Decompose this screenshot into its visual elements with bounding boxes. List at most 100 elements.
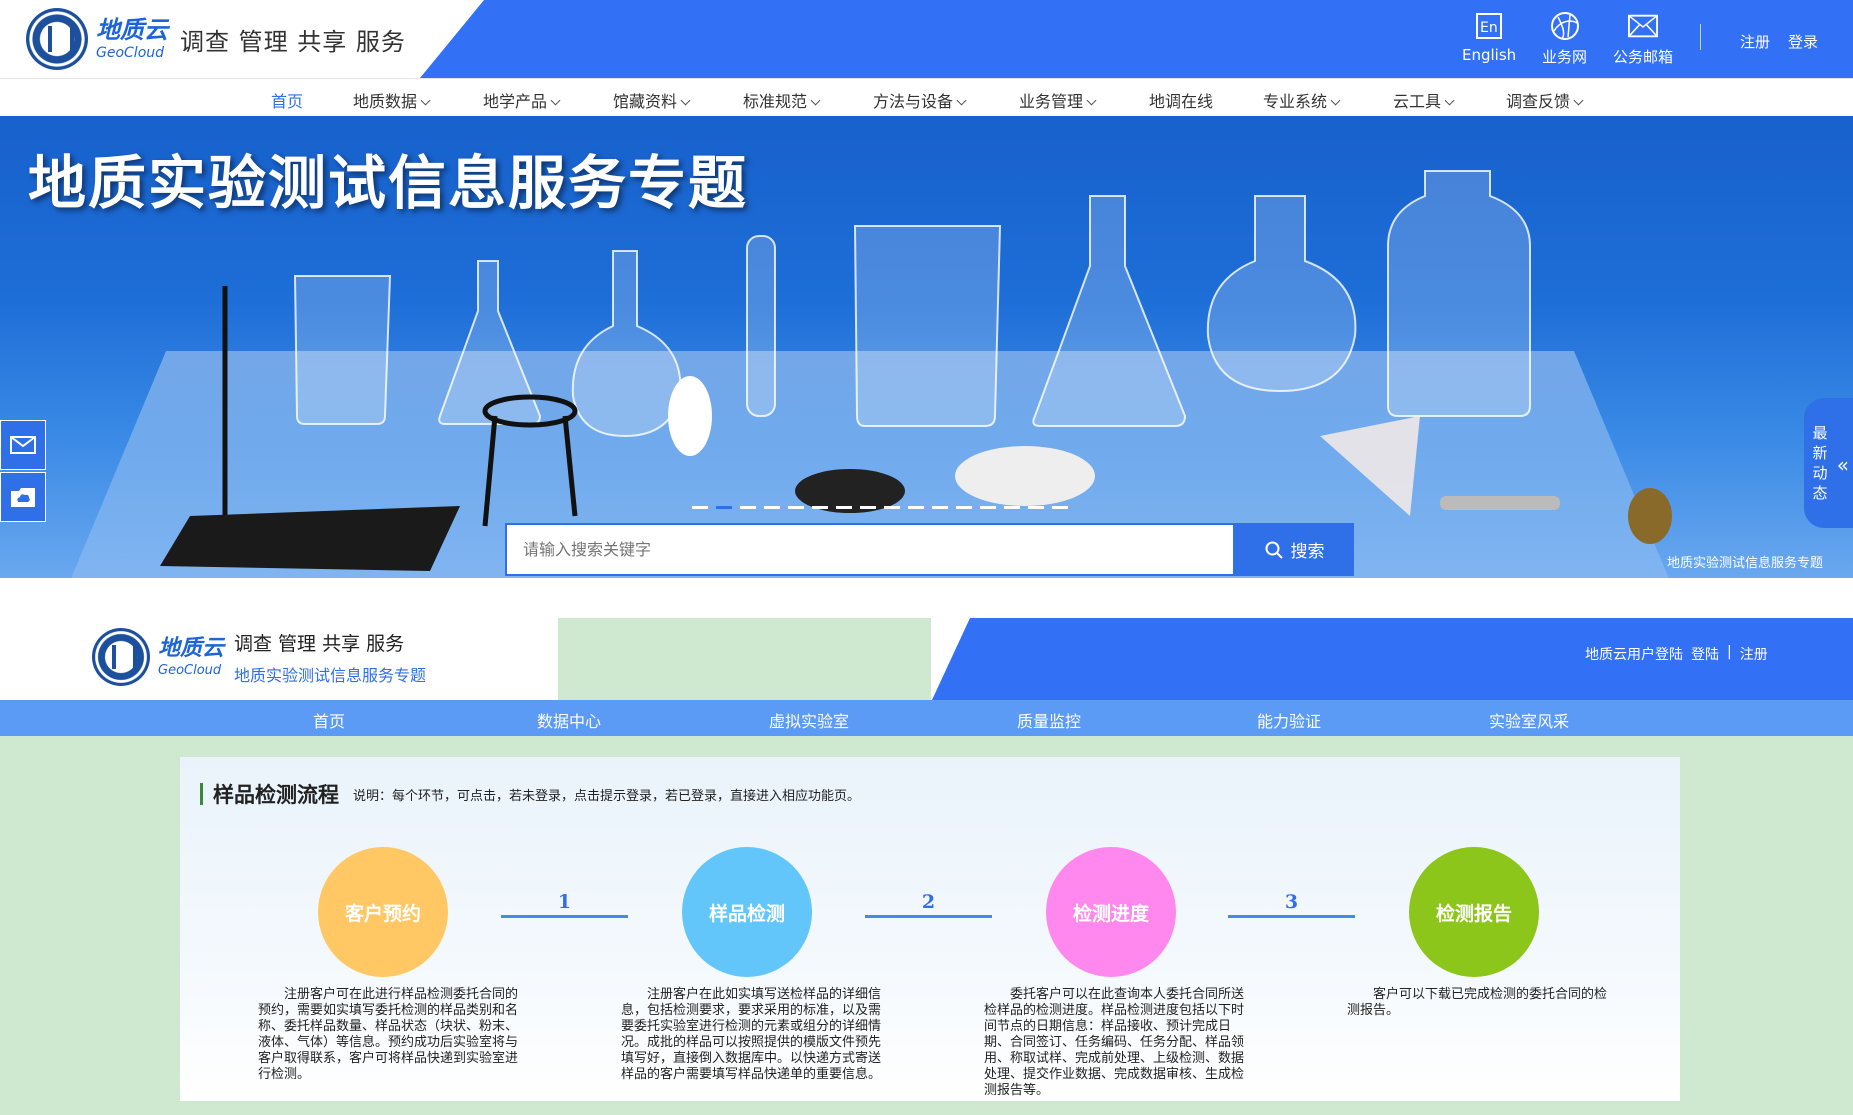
topic-login-link[interactable]: 登陆 bbox=[1691, 644, 1719, 664]
topic-nav-data-center[interactable]: 数据中心 bbox=[537, 708, 601, 732]
geocloud-user-login-link[interactable]: 地质云用户登陆 bbox=[1585, 644, 1683, 664]
geocloud-logo[interactable]: 地质云 GeoCloud 调查 管理 共享 服务 bbox=[26, 8, 406, 70]
search-input[interactable] bbox=[505, 523, 1235, 576]
carousel-dot[interactable] bbox=[788, 506, 804, 509]
topic-brand-name-en: GeoCloud bbox=[158, 662, 222, 678]
nav-archives-label: 馆藏资料 bbox=[613, 92, 678, 111]
english-label: English bbox=[1462, 46, 1517, 64]
official-mail-link[interactable]: 公务邮箱 bbox=[1613, 12, 1673, 67]
mail-icon bbox=[10, 436, 36, 454]
side-cloud-drive-button[interactable] bbox=[0, 472, 46, 522]
auth-links: 注册 登录 bbox=[1740, 31, 1818, 52]
step-sample-testing[interactable]: 样品检测 bbox=[682, 847, 812, 977]
latest-news-label: 最新动态 bbox=[1812, 424, 1828, 502]
step-label: 检测报告 bbox=[1435, 902, 1512, 925]
nav-geo-products-label: 地学产品 bbox=[483, 92, 548, 111]
sample-testing-process-panel: 样品检测流程 说明：每个环节，可点击，若未登录，点击提示登录，若已登录，直接进入… bbox=[180, 757, 1680, 1101]
login-link[interactable]: 登录 bbox=[1788, 31, 1818, 52]
nav-geo-data[interactable]: 地质数据 bbox=[353, 88, 431, 112]
topic-logo[interactable]: 地质云 GeoCloud 调查 管理 共享 服务 地质实验测试信息服务专题 bbox=[92, 628, 426, 686]
official-mail-label: 公务邮箱 bbox=[1613, 48, 1674, 66]
nav-cloud-tools[interactable]: 云工具 bbox=[1393, 88, 1455, 112]
header-spacer bbox=[558, 618, 931, 700]
geological-survey-seal-icon bbox=[92, 628, 150, 686]
nav-archives[interactable]: 馆藏资料 bbox=[613, 88, 691, 112]
nav-survey-online[interactable]: 地调在线 bbox=[1149, 88, 1213, 112]
carousel-dot[interactable] bbox=[980, 506, 996, 509]
carousel-dot[interactable] bbox=[956, 506, 972, 509]
carousel-dot[interactable] bbox=[836, 506, 852, 509]
register-link[interactable]: 注册 bbox=[1740, 31, 1770, 52]
side-mail-button[interactable] bbox=[0, 420, 46, 470]
nav-methods-equipment[interactable]: 方法与设备 bbox=[873, 88, 967, 112]
topic-header: 地质云 GeoCloud 调查 管理 共享 服务 地质实验测试信息服务专题 地质… bbox=[0, 578, 1853, 700]
chevron-down-icon bbox=[420, 95, 431, 106]
chevron-down-icon bbox=[1573, 95, 1584, 106]
hero-banner[interactable]: 地质实验测试信息服务专题 搜索 地质实验测试信息服务专题 最新动态 « bbox=[0, 116, 1853, 578]
globe-icon bbox=[1550, 12, 1580, 40]
carousel-dot[interactable] bbox=[932, 506, 948, 509]
step-customer-booking[interactable]: 客户预约 bbox=[318, 847, 448, 977]
search-button-label: 搜索 bbox=[1290, 542, 1325, 562]
nav-standards[interactable]: 标准规范 bbox=[743, 88, 821, 112]
nav-geo-products[interactable]: 地学产品 bbox=[483, 88, 561, 112]
carousel-dot[interactable] bbox=[1028, 506, 1044, 509]
carousel-dot[interactable] bbox=[1004, 506, 1020, 509]
nav-pro-systems[interactable]: 专业系统 bbox=[1263, 88, 1341, 112]
topic-nav-virtual-lab[interactable]: 虚拟实验室 bbox=[769, 708, 849, 732]
nav-survey-feedback[interactable]: 调查反馈 bbox=[1506, 88, 1584, 112]
main-nav: 首页 地质数据 地学产品 馆藏资料 标准规范 方法与设备 业务管理 地调在线 专… bbox=[0, 78, 1853, 120]
title-accent-bar bbox=[200, 783, 203, 805]
step-description: 客户可以下载已完成检测的委托合同的检测报告。 bbox=[1347, 987, 1608, 1018]
carousel-dot[interactable] bbox=[884, 506, 900, 509]
nav-home-label: 首页 bbox=[271, 92, 304, 111]
step-description: 委托客户可以在此查询本人委托合同所送检样品的检测进度。样品检测进度包括以下时间节… bbox=[984, 987, 1245, 1098]
nav-survey-feedback-label: 调查反馈 bbox=[1506, 92, 1571, 111]
carousel-dot[interactable] bbox=[716, 506, 732, 509]
chevron-down-icon bbox=[1086, 95, 1097, 106]
topic-auth-links: 地质云用户登陆 登陆 | 注册 bbox=[1585, 644, 1768, 664]
topic-nav-proficiency-test[interactable]: 能力验证 bbox=[1257, 708, 1321, 732]
step-label: 样品检测 bbox=[708, 902, 785, 925]
business-net-label: 业务网 bbox=[1542, 48, 1588, 66]
carousel-dot[interactable] bbox=[908, 506, 924, 509]
brand-name-en: GeoCloud bbox=[96, 45, 165, 61]
latest-news-tab[interactable]: 最新动态 « bbox=[1804, 398, 1853, 528]
topic-register-link[interactable]: 注册 bbox=[1740, 644, 1768, 664]
double-chevron-left-icon: « bbox=[1836, 453, 1849, 477]
carousel-dot[interactable] bbox=[812, 506, 828, 509]
nav-home[interactable]: 首页 bbox=[271, 88, 304, 120]
step-number: 2 bbox=[921, 891, 936, 913]
english-link[interactable]: En English bbox=[1462, 12, 1516, 64]
english-icon: En bbox=[1474, 12, 1504, 40]
nav-methods-equipment-label: 方法与设备 bbox=[873, 92, 954, 111]
topic-nav-lab-showcase[interactable]: 实验室风采 bbox=[1489, 708, 1569, 732]
step-number: 1 bbox=[557, 891, 572, 913]
banner-caption: 地质实验测试信息服务专题 bbox=[1666, 556, 1823, 571]
business-net-link[interactable]: 业务网 bbox=[1542, 12, 1587, 67]
topic-slogan: 调查 管理 共享 服务 bbox=[234, 632, 405, 655]
header-divider bbox=[1700, 24, 1701, 50]
step-testing-progress[interactable]: 检测进度 bbox=[1046, 847, 1176, 977]
carousel-dot[interactable] bbox=[1052, 506, 1068, 509]
step-label: 客户预约 bbox=[344, 902, 421, 925]
chevron-down-icon bbox=[810, 95, 821, 106]
auth-separator: | bbox=[1727, 644, 1732, 660]
geological-survey-seal-icon bbox=[26, 8, 88, 70]
brand-name-cn: 地质云 bbox=[96, 16, 168, 44]
step-description: 注册客户可在此进行样品检测委托合同的预约，需要如实填写委托检测的样品类别和名称、… bbox=[258, 987, 519, 1082]
topic-nav-quality-monitor[interactable]: 质量监控 bbox=[1017, 708, 1081, 732]
search-button[interactable]: 搜索 bbox=[1235, 523, 1354, 576]
topic-subtitle: 地质实验测试信息服务专题 bbox=[234, 665, 427, 685]
nav-business-mgmt[interactable]: 业务管理 bbox=[1019, 88, 1097, 112]
step-number: 3 bbox=[1284, 891, 1299, 913]
carousel-dot[interactable] bbox=[740, 506, 756, 509]
topic-nav-home[interactable]: 首页 bbox=[313, 708, 345, 732]
carousel-indicators[interactable] bbox=[692, 506, 1068, 509]
svg-text:En: En bbox=[1480, 20, 1498, 36]
carousel-dot[interactable] bbox=[860, 506, 876, 509]
step-testing-report[interactable]: 检测报告 bbox=[1409, 847, 1539, 977]
carousel-dot[interactable] bbox=[692, 506, 708, 509]
banner-title: 地质实验测试信息服务专题 bbox=[28, 149, 749, 217]
carousel-dot[interactable] bbox=[764, 506, 780, 509]
